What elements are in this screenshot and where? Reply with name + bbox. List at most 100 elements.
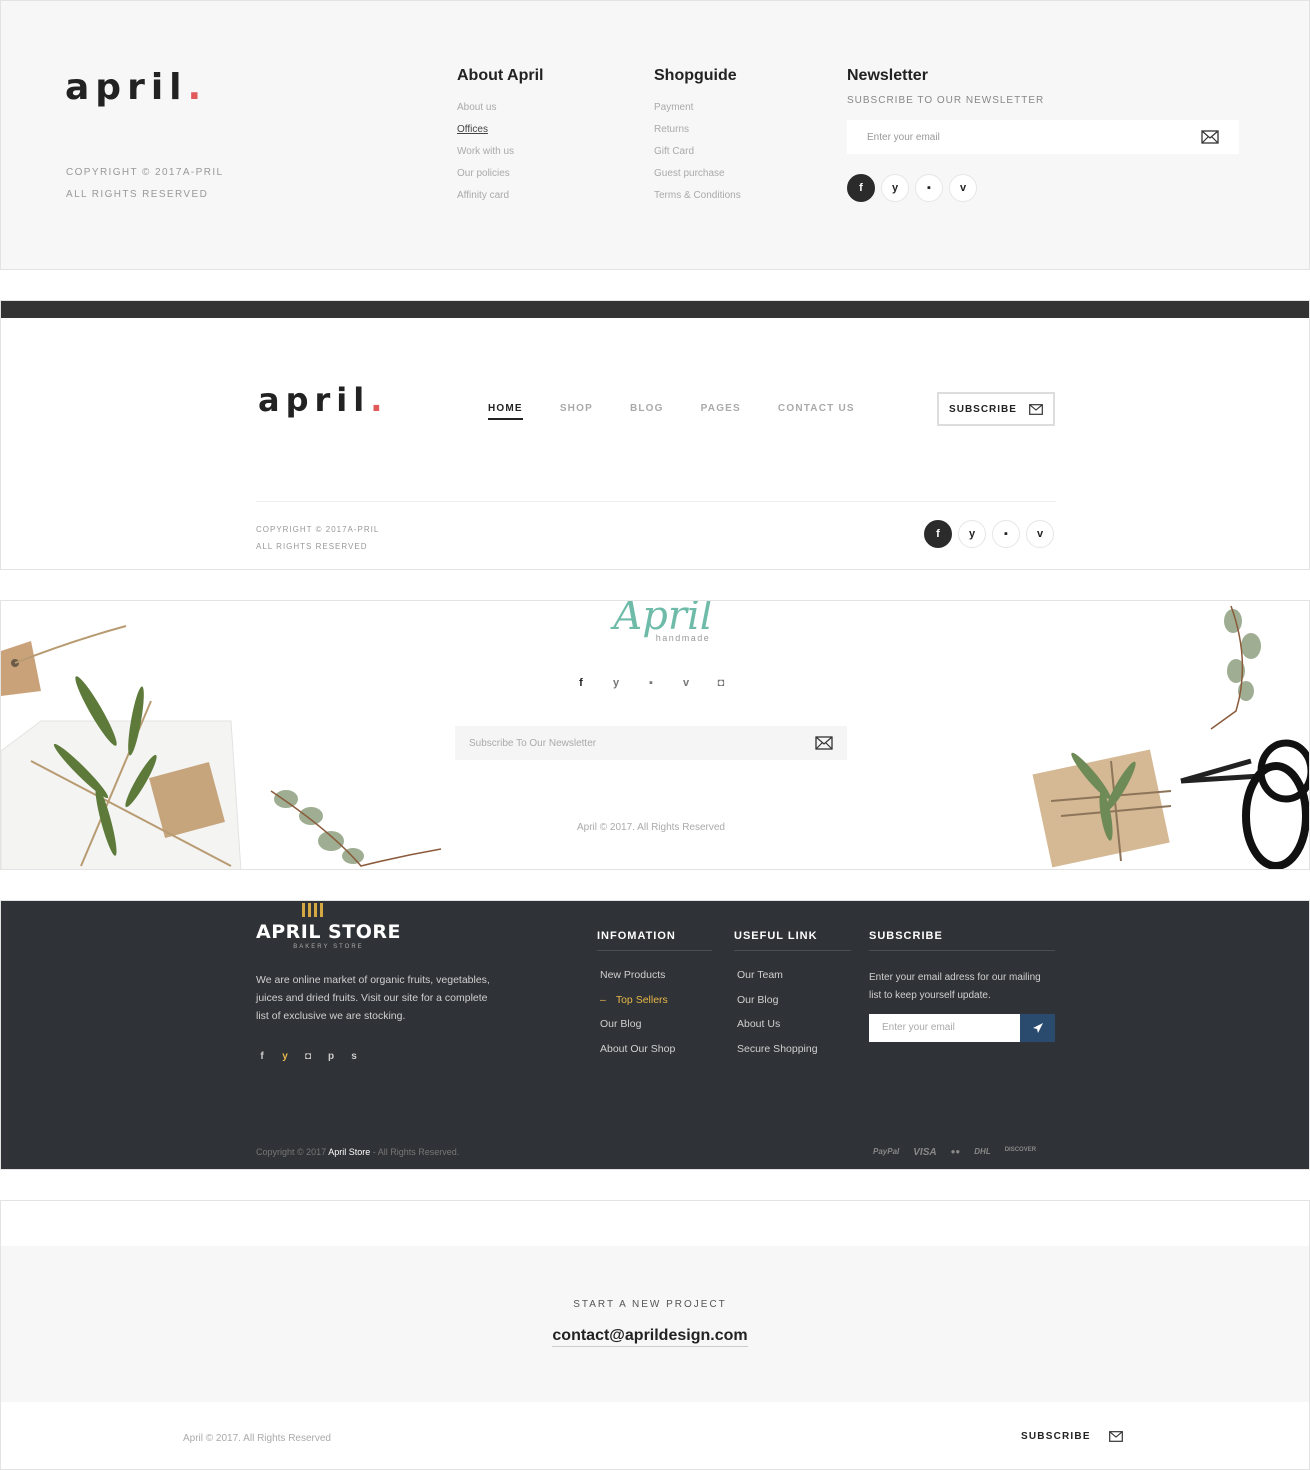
footer-link[interactable]: Our Team <box>737 963 851 988</box>
social-links: f y ▪ v <box>847 174 1239 202</box>
nav-blog[interactable]: BLOG <box>630 403 664 420</box>
footer-link[interactable]: About us <box>457 97 544 119</box>
facebook-icon[interactable]: f <box>924 520 952 548</box>
decor-left-image <box>1 625 442 869</box>
skype-icon[interactable]: s <box>348 1051 360 1062</box>
about-column: About April About us Offices Work with u… <box>457 67 544 207</box>
nav-shop[interactable]: SHOP <box>560 403 593 420</box>
brand-logo[interactable]: april. <box>258 381 388 419</box>
footer-link[interactable]: About Our Shop <box>600 1037 712 1062</box>
youtube-icon[interactable]: ▪ <box>992 520 1020 548</box>
vimeo-icon[interactable]: v <box>678 677 694 689</box>
footer-variant-3: April handmade f y ▪ v ◘ Subscribe To Ou… <box>0 600 1310 870</box>
footer-variant-1: april. COPYRIGHT © 2017A-PRIL ALL RIGHTS… <box>0 0 1310 270</box>
footer-link[interactable]: Payment <box>654 97 741 119</box>
footer-variant-5: START A NEW PROJECT contact@aprildesign.… <box>0 1200 1310 1470</box>
subscribe-label: SUBSCRIBE <box>1021 1431 1091 1442</box>
youtube-icon[interactable]: ▪ <box>915 174 943 202</box>
email-input[interactable]: Enter your email <box>869 1014 1020 1042</box>
twitter-icon[interactable]: y <box>279 1051 291 1062</box>
contact-email-wrap: contact@aprildesign.com <box>1 1327 1299 1347</box>
footer-link[interactable]: Work with us <box>457 141 544 163</box>
email-input[interactable]: Enter your email <box>847 120 1239 154</box>
rights-text: ALL RIGHTS RESERVED <box>256 542 368 551</box>
newsletter-column: Newsletter SUBSCRIBE TO OUR NEWSLETTER E… <box>847 67 1239 202</box>
divider <box>256 501 1056 502</box>
subscribe-link[interactable]: SUBSCRIBE <box>1021 1431 1123 1442</box>
nav-pages[interactable]: PAGES <box>701 403 741 420</box>
brand-logo[interactable]: april. <box>65 67 207 108</box>
mail-icon[interactable] <box>1201 130 1219 144</box>
useful-link-column: USEFUL LINK Our Team Our Blog About Us S… <box>734 930 851 1061</box>
youtube-icon[interactable]: ▪ <box>643 677 659 689</box>
paypal-icon: PayPal <box>873 1147 900 1156</box>
brand-logo[interactable]: April handmade <box>593 601 733 643</box>
subscribe-form: Enter your email <box>869 1014 1055 1042</box>
copyright-text: April © 2017. All Rights Reserved <box>183 1433 331 1444</box>
copyright-brand-link[interactable]: April Store <box>328 1147 370 1157</box>
newsletter-placeholder: Subscribe To Our Newsletter <box>469 737 597 749</box>
email-placeholder: Enter your email <box>867 131 940 143</box>
copyright-line: Copyright © 2017 April Store - All Right… <box>256 1147 459 1157</box>
mail-icon <box>1029 403 1043 415</box>
nav-home[interactable]: HOME <box>488 403 523 420</box>
wheat-icon <box>302 903 323 917</box>
instagram-icon[interactable]: ◘ <box>302 1051 314 1062</box>
nav-contact[interactable]: CONTACT US <box>778 403 855 420</box>
twitter-icon[interactable]: y <box>881 174 909 202</box>
newsletter-subheading: SUBSCRIBE TO OUR NEWSLETTER <box>847 95 1045 106</box>
footer-link[interactable]: Guest purchase <box>654 163 741 185</box>
logo-text: APRIL STORE <box>256 921 401 943</box>
subscribe-text-line: Enter your email adress for our mailing <box>869 972 1041 983</box>
copyright-text: COPYRIGHT © 2017A-PRIL <box>256 525 380 534</box>
footer-link[interactable]: Gift Card <box>654 141 741 163</box>
mail-icon <box>1108 1431 1123 1442</box>
send-button[interactable] <box>1020 1014 1055 1042</box>
footer-link-active[interactable]: – Top Sellers <box>600 988 712 1013</box>
shopguide-column: Shopguide Payment Returns Gift Card Gues… <box>654 67 741 207</box>
discover-icon: DISCOVER <box>1004 1147 1037 1153</box>
decor-right-image <box>1032 605 1309 869</box>
main-nav: HOME SHOP BLOG PAGES CONTACT US <box>488 403 855 420</box>
send-icon <box>1032 1023 1043 1033</box>
footer-link[interactable]: About Us <box>737 1012 851 1037</box>
description-line: juices and dried fruits. Visit our site … <box>256 992 488 1004</box>
logo-subtitle: BAKERY STORE <box>293 944 364 950</box>
footer-link[interactable]: Our Blog <box>737 988 851 1013</box>
social-links: f y ◘ p s <box>256 1051 360 1062</box>
newsletter-input[interactable]: Subscribe To Our Newsletter <box>455 726 847 760</box>
rights-text: - All Rights Reserved. <box>372 1147 460 1157</box>
footer-link[interactable]: Affinity card <box>457 185 544 207</box>
footer-link[interactable]: New Products <box>600 963 712 988</box>
footer-link[interactable]: Offices <box>457 119 544 141</box>
facebook-icon[interactable]: f <box>573 677 589 689</box>
subscribe-button[interactable]: SUBSCRIBE <box>937 392 1055 426</box>
useful-link-heading: USEFUL LINK <box>734 930 851 951</box>
shopguide-heading: Shopguide <box>654 67 737 84</box>
twitter-icon[interactable]: y <box>958 520 986 548</box>
vimeo-icon[interactable]: v <box>949 174 977 202</box>
footer-link[interactable]: Terms & Conditions <box>654 185 741 207</box>
facebook-icon[interactable]: f <box>256 1051 268 1062</box>
brand-logo[interactable]: APRIL STORE BAKERY STORE <box>256 901 401 950</box>
dash-icon: – <box>600 993 606 1006</box>
mail-icon[interactable] <box>815 736 833 750</box>
subscribe-label: SUBSCRIBE <box>949 403 1017 415</box>
footer-link[interactable]: Our Blog <box>600 1012 712 1037</box>
footer-link[interactable]: Secure Shopping <box>737 1037 851 1062</box>
top-bar <box>1 301 1309 318</box>
facebook-icon[interactable]: f <box>847 174 875 202</box>
newsletter-heading: Newsletter <box>847 67 928 84</box>
pinterest-icon[interactable]: p <box>325 1051 337 1062</box>
footer-link-label: Top Sellers <box>615 993 668 1006</box>
instagram-icon[interactable]: ◘ <box>713 677 729 689</box>
contact-kicker: START A NEW PROJECT <box>573 1299 727 1310</box>
footer-link[interactable]: Returns <box>654 119 741 141</box>
payment-icons: PayPal VISA ●● DHL DISCOVER <box>873 1147 1036 1158</box>
dhl-icon: DHL <box>974 1147 991 1156</box>
contact-email-link[interactable]: contact@aprildesign.com <box>552 1327 748 1347</box>
footer-link[interactable]: Our policies <box>457 163 544 185</box>
twitter-icon[interactable]: y <box>608 677 624 689</box>
description-line: list of exclusive we are stocking. <box>256 1010 406 1022</box>
vimeo-icon[interactable]: v <box>1026 520 1054 548</box>
